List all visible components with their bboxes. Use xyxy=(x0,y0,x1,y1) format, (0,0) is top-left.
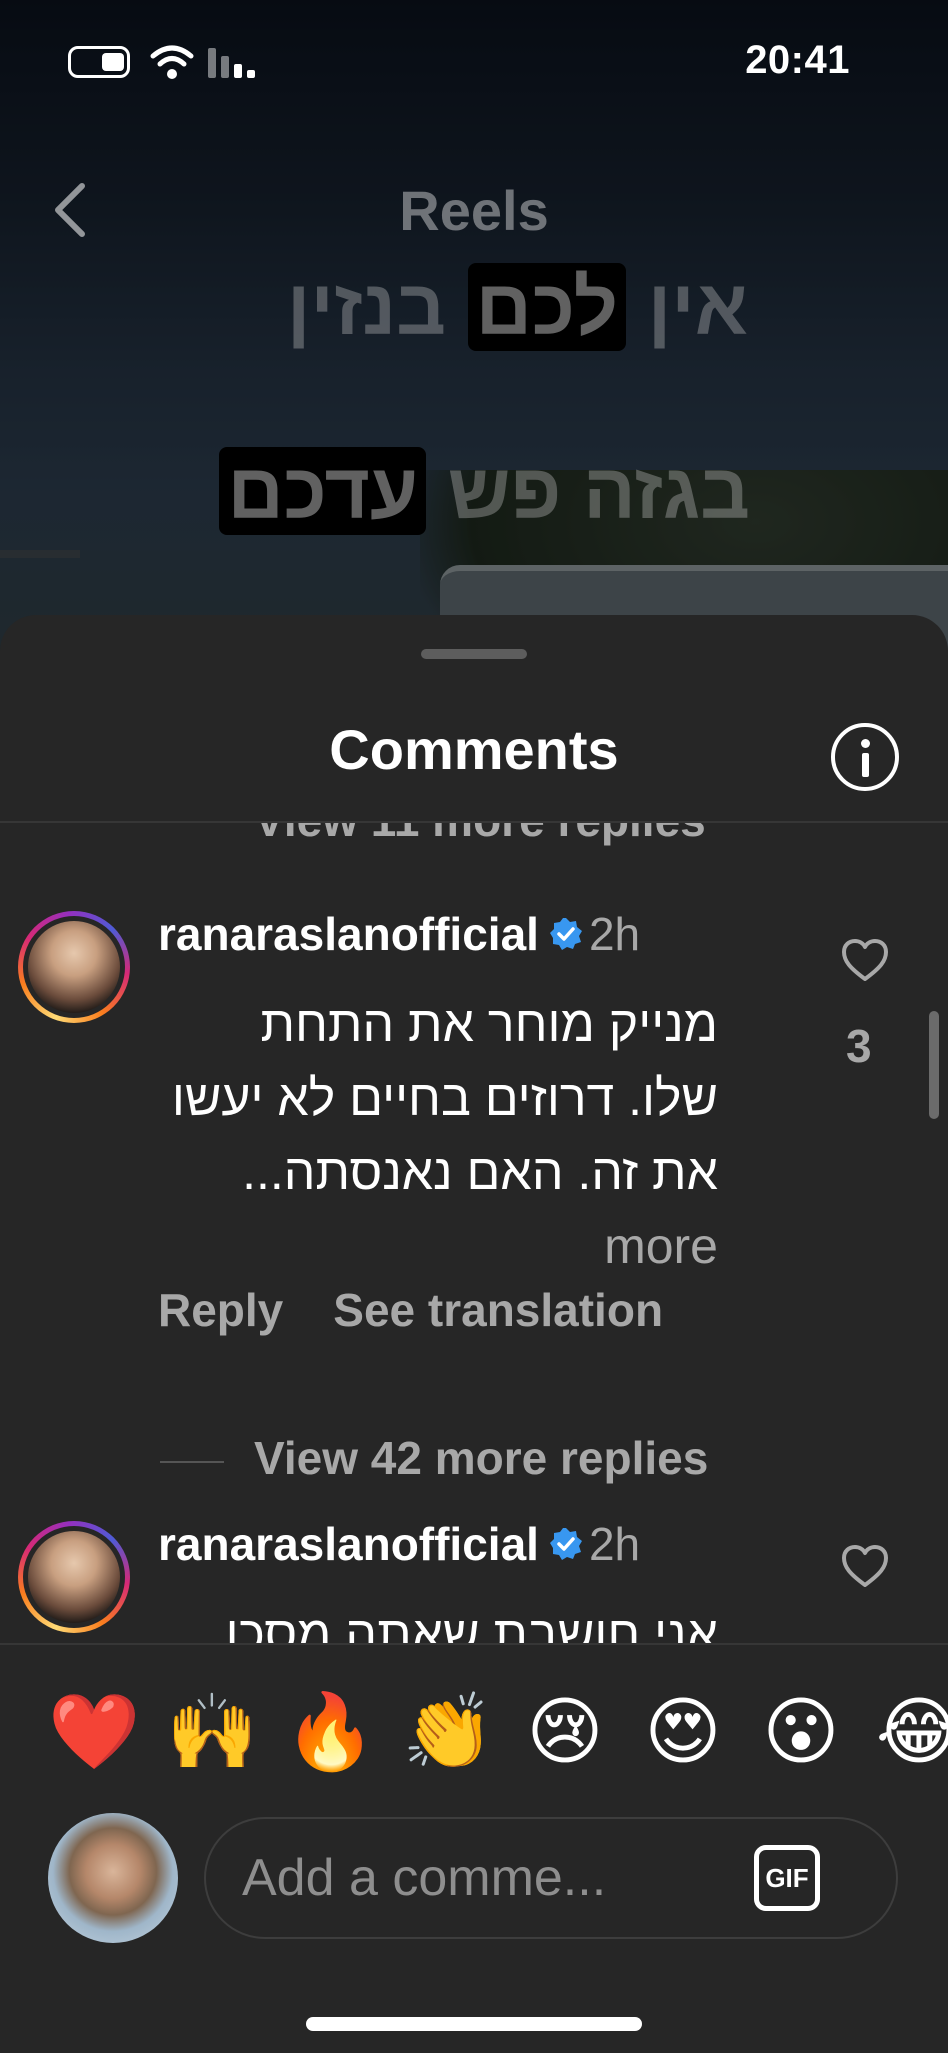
comment-username[interactable]: ranaraslanofficial xyxy=(158,1518,539,1570)
reels-title: Reels xyxy=(399,179,549,242)
emoji-surprised[interactable]: 😮 xyxy=(756,1687,846,1777)
scroll-indicator[interactable] xyxy=(929,1011,939,1119)
emoji-reaction-bar: ❤️ 🙌 🔥 👏 😢 😍 😮 😂 xyxy=(0,1643,948,1793)
comment-time: 2h xyxy=(588,1518,641,1570)
emoji-fire[interactable]: 🔥 xyxy=(284,1687,376,1777)
comment-username[interactable]: ranaraslanofficial xyxy=(158,908,539,960)
heart-icon[interactable] xyxy=(840,1543,890,1589)
reel-caption-line-1: אין לכם בנזין xyxy=(286,263,748,351)
status-bar: 20:41 xyxy=(0,0,948,130)
avatar[interactable] xyxy=(18,1521,130,1633)
my-avatar xyxy=(48,1813,178,1943)
wifi-icon xyxy=(150,45,194,79)
signal-icon xyxy=(208,48,258,78)
sheet-grabber[interactable] xyxy=(421,649,527,659)
avatar[interactable] xyxy=(18,911,130,1023)
verified-badge-icon xyxy=(549,917,582,950)
info-icon[interactable] xyxy=(831,723,899,791)
reel-caption-line-2: בגזה פש עדכם xyxy=(219,446,750,537)
home-indicator xyxy=(306,2017,642,2031)
battery-icon xyxy=(68,46,130,78)
comment-input-bar: GIF xyxy=(0,1793,948,2053)
heart-icon[interactable] xyxy=(840,937,890,983)
sheet-title: Comments xyxy=(329,718,619,781)
like-count: 3 xyxy=(846,1020,872,1072)
see-translation-button[interactable]: See translation xyxy=(333,1284,663,1336)
view-more-replies[interactable]: View 42 more replies xyxy=(160,1431,708,1485)
gif-icon[interactable]: GIF xyxy=(754,1845,820,1911)
comment-actions: Reply See translation xyxy=(158,1283,663,1337)
comment-header: ranaraslanofficial 2h xyxy=(158,907,640,961)
comment-item: ranaraslanofficial 2h מנייק מוחר את התחת … xyxy=(0,907,948,1387)
emoji-raising-hands[interactable]: 🙌 xyxy=(166,1687,258,1777)
emoji-crying[interactable]: 😢 xyxy=(520,1687,610,1777)
reply-button[interactable]: Reply xyxy=(158,1284,283,1336)
comment-header: ranaraslanofficial 2h xyxy=(158,1517,640,1571)
comment-time: 2h xyxy=(588,908,641,960)
emoji-clapping[interactable]: 👏 xyxy=(402,1687,494,1777)
emoji-heart-eyes[interactable]: 😍 xyxy=(638,1687,728,1777)
status-time: 20:41 xyxy=(745,38,850,82)
emoji-heart[interactable]: ❤️ xyxy=(48,1687,140,1777)
emoji-laughing[interactable]: 😂 xyxy=(874,1687,948,1777)
view-more-replies-top[interactable]: View 11 more replies xyxy=(254,823,706,847)
more-link[interactable]: more xyxy=(604,1218,718,1274)
verified-badge-icon xyxy=(549,1527,582,1560)
replies-dash xyxy=(160,1460,224,1463)
comment-text: מנייק מוחר את התחת שלו. דרוזים בחיים לא … xyxy=(171,996,718,1274)
